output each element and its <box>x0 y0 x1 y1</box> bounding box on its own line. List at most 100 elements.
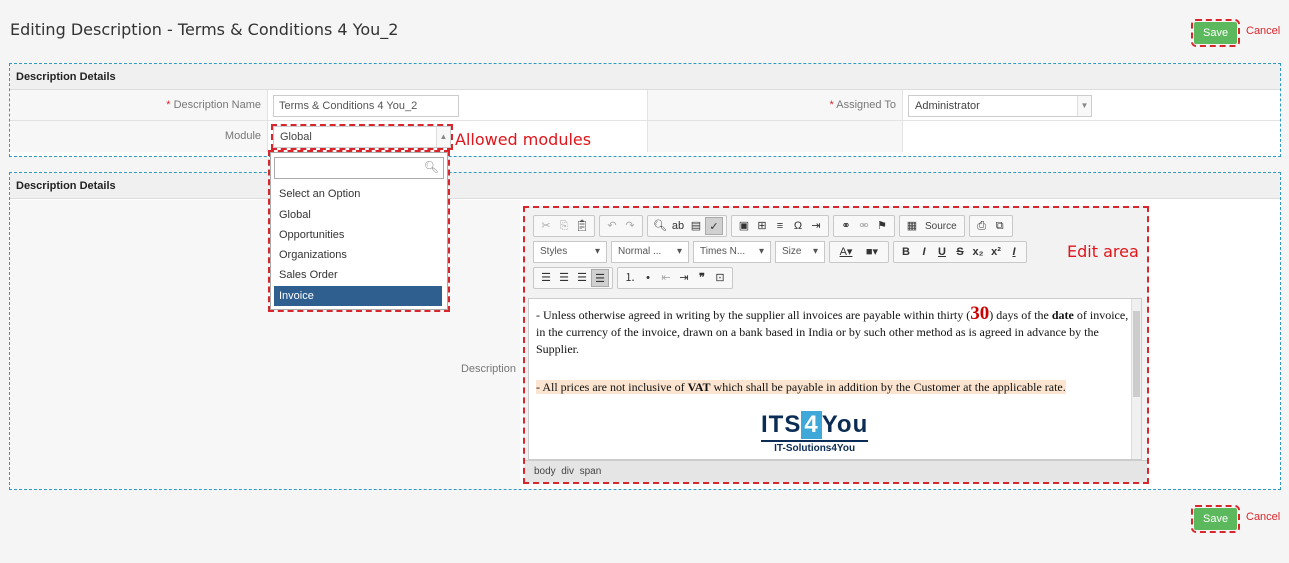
align-left-icon[interactable]: ☰ <box>537 269 555 287</box>
toolbar-group-align: ☰ ☰ ☰ ☰ <box>533 267 613 289</box>
size-combo[interactable]: Size ▾ <box>775 241 825 263</box>
editor-content-area[interactable]: - Unless otherwise agreed in writing by … <box>528 298 1142 460</box>
paste-icon[interactable]: 📋︎ <box>573 217 591 235</box>
option-invoice[interactable]: Invoice <box>274 286 442 306</box>
horizontal-line-icon[interactable]: ≡ <box>771 217 789 235</box>
bold-icon[interactable]: B <box>897 243 915 261</box>
save-button-bottom[interactable]: Save <box>1190 505 1241 533</box>
toolbar-group-insert: ▣ ⊞ ≡ Ω ⇥ <box>731 215 829 237</box>
copy-icon[interactable]: ⎘ <box>555 217 573 235</box>
cut-icon[interactable]: ✂ <box>537 217 555 235</box>
paragraph-1: - Unless otherwise agreed in writing by … <box>536 303 1134 358</box>
paragraph-2-highlight: - All prices are not inclusive of VAT wh… <box>536 380 1066 394</box>
underline-icon[interactable]: U <box>933 243 951 261</box>
required-mark: * <box>829 99 834 111</box>
unlink-icon[interactable]: ⚮ <box>855 217 873 235</box>
save-button-top[interactable]: Save <box>1190 19 1241 47</box>
strikethrough-icon[interactable]: S <box>951 243 969 261</box>
option-global[interactable]: Global <box>274 205 442 225</box>
para1-text-pre: - Unless otherwise agreed in writing by … <box>536 308 971 322</box>
assigned-to-select[interactable]: Administrator ▼ <box>908 95 1092 117</box>
styles-combo-label: Styles <box>540 246 568 257</box>
source-button[interactable]: Source <box>921 221 961 232</box>
cancel-link-bottom[interactable]: Cancel <box>1246 511 1280 523</box>
italic-icon[interactable]: I <box>915 243 933 261</box>
link-icon[interactable]: ⚭ <box>837 217 855 235</box>
toolbar-group-lists: ⒈ • ⇤ ⇥ ❞ ⊡ <box>617 267 733 289</box>
replace-icon[interactable]: ab <box>669 217 687 235</box>
subscript-icon[interactable]: x₂ <box>969 243 987 261</box>
description-label: Description <box>460 363 516 375</box>
format-combo[interactable]: Normal ... ▾ <box>611 241 689 263</box>
toolbar-group-history: ↶ ↷ <box>599 215 643 237</box>
find-icon[interactable]: 🔍︎ <box>651 217 669 235</box>
image-icon[interactable]: ▣ <box>735 217 753 235</box>
preview-icon[interactable]: ⧉ <box>991 217 1009 235</box>
allowed-modules-annotation: Allowed modules <box>455 130 592 149</box>
rich-text-editor: ✂ ⎘ 📋︎ ↶ ↷ 🔍︎ ab ▤ ✓ ▣ ⊞ ≡ Ω ⇥ ⚭ ⚮ ⚑ ▦ S <box>523 206 1149 484</box>
spellcheck-icon[interactable]: ✓ <box>705 217 723 235</box>
cancel-link-top[interactable]: Cancel <box>1246 25 1280 37</box>
assigned-to-value: Administrator <box>915 100 980 112</box>
option-select-an-option[interactable]: Select an Option <box>274 184 442 204</box>
styles-combo[interactable]: Styles ▾ <box>533 241 607 263</box>
logo-subtitle: IT-Solutions4You <box>774 443 856 454</box>
outdent-icon[interactable]: ⇤ <box>657 269 675 287</box>
table-icon[interactable]: ⊞ <box>753 217 771 235</box>
empty-label-cell <box>647 121 902 152</box>
toolbar-row-2: Styles ▾ Normal ... ▾ Times N... ▾ Size … <box>533 241 1031 263</box>
row-module: Module Global ▲ <box>10 121 1280 152</box>
select-all-icon[interactable]: ▤ <box>687 217 705 235</box>
toolbar-group-clipboard: ✂ ⎘ 📋︎ <box>533 215 595 237</box>
description-details-block-1: Description Details * Description Name T… <box>9 63 1281 157</box>
superscript-icon[interactable]: x² <box>987 243 1005 261</box>
align-justify-icon[interactable]: ☰ <box>591 269 609 287</box>
toolbar-group-link: ⚭ ⚮ ⚑ <box>833 215 895 237</box>
create-div-icon[interactable]: ⊡ <box>711 269 729 287</box>
editor-scrollbar[interactable] <box>1131 299 1141 459</box>
indent-icon[interactable]: ⇥ <box>675 269 693 287</box>
blockquote-icon[interactable]: ❞ <box>693 269 711 287</box>
option-opportunities[interactable]: Opportunities <box>274 225 442 245</box>
chevron-down-icon: ▾ <box>812 246 818 257</box>
dropdown-search-input[interactable]: 🔍︎ <box>274 157 444 179</box>
empty-field-cell <box>902 121 1280 152</box>
scrollbar-thumb[interactable] <box>1133 311 1140 397</box>
font-combo-label: Times N... <box>700 246 746 257</box>
option-sales-order[interactable]: Sales Order <box>274 265 442 285</box>
remove-format-icon[interactable]: I <box>1005 243 1023 261</box>
page-title: Editing Description - Terms & Conditions… <box>10 20 399 39</box>
undo-icon[interactable]: ↶ <box>603 217 621 235</box>
anchor-flag-icon[interactable]: ⚑ <box>873 217 891 235</box>
templates-icon[interactable]: ⎙ <box>973 217 991 235</box>
para1-number: 30 <box>970 303 990 324</box>
assigned-to-cell: Administrator ▼ <box>902 90 1280 120</box>
its4you-logo: ITS 4 You IT-Solutions4You <box>761 411 869 454</box>
align-right-icon[interactable]: ☰ <box>573 269 591 287</box>
edit-area-annotation: Edit area <box>1067 242 1139 261</box>
option-organizations[interactable]: Organizations <box>274 245 442 265</box>
text-color-icon[interactable]: A▾ <box>833 243 859 261</box>
align-center-icon[interactable]: ☰ <box>555 269 573 287</box>
logo-4: 4 <box>801 411 822 439</box>
redo-icon[interactable]: ↷ <box>621 217 639 235</box>
special-char-icon[interactable]: Ω <box>789 217 807 235</box>
format-combo-label: Normal ... <box>618 246 662 257</box>
toolbar-group-find: 🔍︎ ab ▤ ✓ <box>647 215 727 237</box>
element-path[interactable]: body div span <box>534 466 601 477</box>
chevron-down-icon: ▾ <box>676 246 682 257</box>
page-break-icon[interactable]: ⇥ <box>807 217 825 235</box>
module-select[interactable]: Global ▲ <box>271 124 453 150</box>
font-combo[interactable]: Times N... ▾ <box>693 241 771 263</box>
description-name-cell: Terms & Conditions 4 You_2 <box>267 90 647 120</box>
para2-text-pre: - All prices are not inclusive of <box>536 380 688 394</box>
source-icon[interactable]: ▦ <box>903 217 921 235</box>
description-name-input[interactable]: Terms & Conditions 4 You_2 <box>273 95 459 117</box>
assigned-to-label-text: Assigned To <box>836 99 896 111</box>
logo-its: ITS <box>761 411 802 438</box>
para2-bold: VAT <box>687 380 711 394</box>
element-path-bar: body div span <box>525 460 1147 482</box>
background-color-icon[interactable]: ■▾ <box>859 243 885 261</box>
bulleted-list-icon[interactable]: • <box>639 269 657 287</box>
numbered-list-icon[interactable]: ⒈ <box>621 269 639 287</box>
